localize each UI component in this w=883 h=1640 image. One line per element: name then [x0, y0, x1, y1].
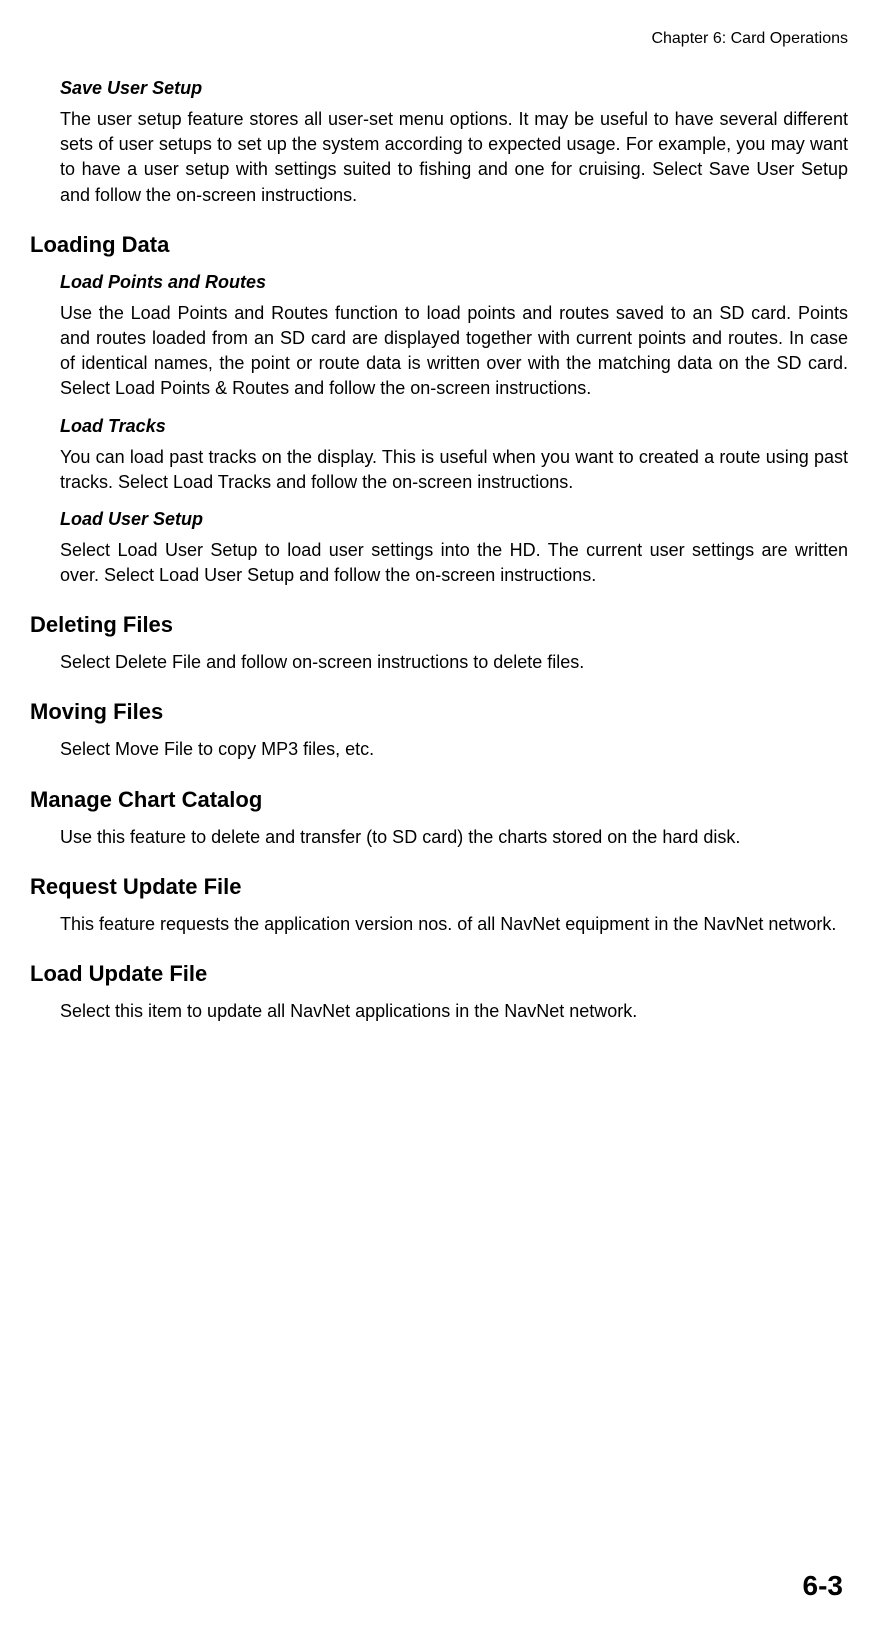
deleting-files-body: Select Delete File and follow on-screen … [60, 650, 848, 675]
load-user-setup-title: Load User Setup [60, 509, 848, 530]
save-user-setup-body: The user setup feature stores all user-s… [60, 107, 848, 208]
load-tracks-body: You can load past tracks on the display.… [60, 445, 848, 495]
deleting-files-title: Deleting Files [30, 612, 848, 638]
load-update-file-body: Select this item to update all NavNet ap… [60, 999, 848, 1024]
save-user-setup-title: Save User Setup [60, 78, 848, 99]
chapter-header: Chapter 6: Card Operations [30, 30, 848, 48]
moving-files-body: Select Move File to copy MP3 files, etc. [60, 737, 848, 762]
loading-data-title: Loading Data [30, 232, 848, 258]
load-points-routes-body: Use the Load Points and Routes function … [60, 301, 848, 402]
load-points-routes-title: Load Points and Routes [60, 272, 848, 293]
manage-chart-catalog-body: Use this feature to delete and transfer … [60, 825, 848, 850]
request-update-file-body: This feature requests the application ve… [60, 912, 848, 937]
page-number: 6-3 [803, 1570, 843, 1602]
load-user-setup-body: Select Load User Setup to load user sett… [60, 538, 848, 588]
manage-chart-catalog-title: Manage Chart Catalog [30, 787, 848, 813]
moving-files-title: Moving Files [30, 699, 848, 725]
load-update-file-title: Load Update File [30, 961, 848, 987]
request-update-file-title: Request Update File [30, 874, 848, 900]
load-tracks-title: Load Tracks [60, 416, 848, 437]
page-container: Chapter 6: Card Operations Save User Set… [0, 0, 883, 1640]
